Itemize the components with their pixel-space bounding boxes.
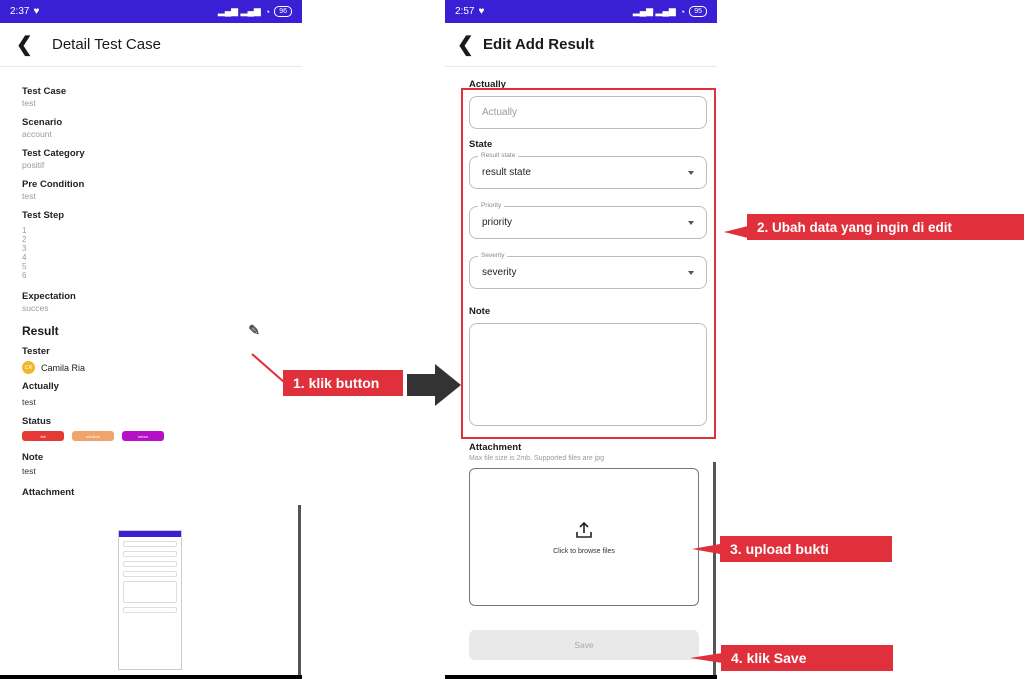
field-value-pre-condition: test bbox=[22, 191, 36, 201]
callout-tail bbox=[692, 544, 720, 554]
callout-step4: 4. klik Save bbox=[721, 645, 893, 671]
note-value: test bbox=[22, 466, 36, 476]
field-value-test-case: test bbox=[22, 98, 36, 108]
arrow-body bbox=[407, 374, 435, 396]
field-label-pre-condition: Pre Condition bbox=[22, 179, 85, 190]
nav-bar bbox=[0, 675, 302, 679]
scrollbar[interactable] bbox=[298, 505, 301, 675]
signal-icon: ▂▄▆ ▂▄▆ bbox=[632, 6, 676, 16]
field-label-test-category: Test Category bbox=[22, 148, 85, 159]
thumbnail-field bbox=[123, 561, 177, 567]
field-value-test-category: positif bbox=[22, 160, 45, 170]
callout-step1: 1. klik button bbox=[283, 370, 403, 396]
app-bar: ❮ Detail Test Case bbox=[0, 23, 302, 67]
battery-icon: 95 bbox=[689, 6, 707, 17]
result-header: Result ✎ bbox=[22, 322, 280, 339]
thumbnail-field bbox=[123, 571, 177, 577]
back-arrow-icon[interactable]: ❮ bbox=[16, 32, 52, 57]
actually-label: Actually bbox=[22, 381, 59, 392]
page-title: Edit Add Result bbox=[483, 36, 595, 53]
tester-name: Camila Ria bbox=[41, 362, 86, 373]
status-badge: fail bbox=[22, 431, 64, 441]
callout-step3: 3. upload bukti bbox=[720, 536, 892, 562]
upload-text: Click to browse files bbox=[553, 547, 615, 555]
thumbnail-status-bar bbox=[119, 531, 181, 537]
field-label-expectation: Expectation bbox=[22, 291, 76, 302]
app-bar: ❮ Edit Add Result bbox=[445, 23, 717, 67]
thumbnail-field bbox=[123, 541, 177, 547]
test-step-list: 1 2 3 4 5 6 bbox=[22, 226, 280, 280]
pointer-line bbox=[251, 353, 285, 383]
attachment-hint: Max file size is 2mb. Supported files ar… bbox=[469, 455, 605, 462]
status-bar: 2:57 ♥ ▂▄▆ ▂▄▆ ◔ 95 bbox=[445, 0, 717, 23]
tester-row: CR Camila Ria bbox=[22, 361, 280, 374]
upload-dropzone[interactable]: Click to browse files bbox=[469, 468, 699, 606]
attachment-thumbnail[interactable] bbox=[118, 530, 182, 670]
actually-value: test bbox=[22, 397, 36, 407]
callout-tail bbox=[690, 653, 722, 663]
wifi-icon: ◔ bbox=[679, 6, 686, 17]
note-label: Note bbox=[22, 452, 44, 463]
status-badges: fail medium minor bbox=[22, 431, 280, 441]
status-badge: medium bbox=[72, 431, 114, 441]
avatar: CR bbox=[22, 361, 35, 374]
arrow-head-icon bbox=[435, 364, 461, 406]
highlight-frame bbox=[461, 88, 716, 439]
scrollbar[interactable] bbox=[713, 462, 716, 677]
attachment-label: Attachment bbox=[469, 442, 522, 453]
notification-icon: ♥ bbox=[33, 6, 40, 17]
test-step-item: 3 bbox=[22, 244, 27, 253]
field-label-test-step: Test Step bbox=[22, 210, 65, 221]
callout-tail bbox=[724, 226, 748, 238]
status-badge: minor bbox=[122, 431, 164, 441]
back-arrow-icon[interactable]: ❮ bbox=[457, 32, 483, 57]
test-step-item: 6 bbox=[22, 271, 27, 280]
test-step-item: 4 bbox=[22, 253, 27, 262]
thumbnail-field bbox=[123, 551, 177, 557]
tutorial-canvas: 2:37 ♥ ▂▄▆ ▂▄▆ ◔ 96 ❮ Detail Test Case Test… bbox=[0, 0, 1025, 679]
detail-test-case-screen: 2:37 ♥ ▂▄▆ ▂▄▆ ◔ 96 ❮ Detail Test Case Test… bbox=[0, 0, 302, 679]
signal-icon: ▂▄▆ ▂▄▆ bbox=[217, 6, 261, 16]
upload-icon bbox=[576, 521, 592, 538]
status-label: Status bbox=[22, 416, 52, 427]
status-bar: 2:37 ♥ ▂▄▆ ▂▄▆ ◔ 96 bbox=[0, 0, 302, 23]
field-label-test-case: Test Case bbox=[22, 86, 67, 97]
notification-icon: ♥ bbox=[478, 6, 485, 17]
status-time: 2:37 bbox=[10, 6, 30, 17]
field-value-scenario: account bbox=[22, 129, 52, 139]
wifi-icon: ◔ bbox=[264, 6, 271, 17]
nav-bar bbox=[445, 675, 717, 679]
page-title: Detail Test Case bbox=[52, 36, 161, 53]
thumbnail-field bbox=[123, 607, 177, 613]
edit-pencil-icon[interactable]: ✎ bbox=[248, 322, 260, 339]
test-step-item: 2 bbox=[22, 235, 27, 244]
test-step-item: 1 bbox=[22, 226, 27, 235]
thumbnail-textarea bbox=[123, 581, 177, 603]
save-button[interactable]: Save bbox=[469, 630, 699, 660]
test-step-item: 5 bbox=[22, 262, 27, 271]
detail-content: Test Case test Scenario account Test Cat… bbox=[0, 67, 302, 499]
field-value-expectation: succes bbox=[22, 303, 49, 313]
tester-label: Tester bbox=[22, 346, 50, 357]
result-title: Result bbox=[22, 323, 59, 338]
callout-step2: 2. Ubah data yang ingin di edit bbox=[747, 214, 1024, 240]
field-label-scenario: Scenario bbox=[22, 117, 63, 128]
battery-icon: 96 bbox=[274, 6, 292, 17]
attachment-label: Attachment bbox=[22, 487, 75, 498]
status-time: 2:57 bbox=[455, 6, 475, 17]
